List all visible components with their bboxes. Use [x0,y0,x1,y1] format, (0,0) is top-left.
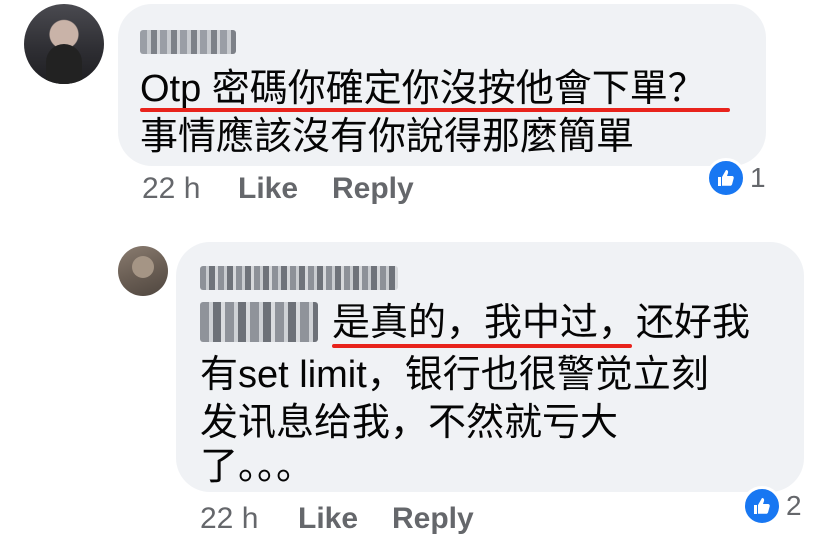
reaction-count: 1 [750,162,766,193]
reply-button[interactable]: Reply [392,502,474,536]
like-button[interactable]: Like [238,172,298,206]
reply-text-line: 了。。。 [200,446,315,488]
replier-name-blurred[interactable] [200,266,398,290]
reply-text-line: 是真的，我中过，还好我 [332,302,751,344]
replier-avatar[interactable] [118,246,168,296]
reaction-count: 2 [786,490,802,521]
reply-text-line: 发讯息给我，不然就亏大 [200,402,619,444]
comment-text-line: 事情應該沒有你說得那麼簡單 [140,116,635,158]
reply-text-line: 有set limit，银行也很警觉立刻 [200,354,709,396]
reaction-summary[interactable]: 2 [742,486,802,526]
red-underline-annotation [140,108,730,112]
commenter-name-blurred[interactable] [140,30,236,54]
like-thumb-icon [742,486,782,526]
red-underline-annotation [332,344,632,348]
reply-timestamp[interactable]: 22 h [200,502,258,536]
commenter-avatar[interactable] [24,4,104,84]
comment-timestamp[interactable]: 22 h [142,172,200,206]
reaction-summary[interactable]: 1 [706,158,766,198]
reply-button[interactable]: Reply [332,172,414,206]
comment-text-line: Otp 密碼你確定你沒按他會下單？ [140,68,706,110]
mention-tag-blurred[interactable] [200,302,318,342]
like-thumb-icon [706,158,746,198]
like-button[interactable]: Like [298,502,358,536]
